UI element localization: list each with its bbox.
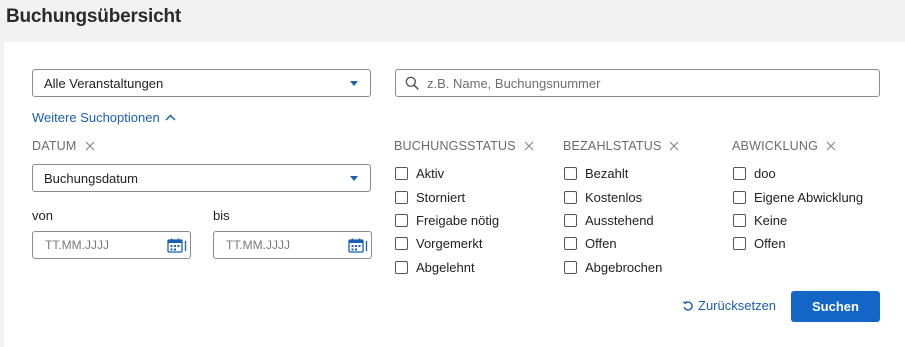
calendar-icon[interactable]	[167, 238, 187, 253]
clear-payment-status-icon[interactable]	[669, 141, 679, 151]
reset-icon	[682, 300, 694, 312]
processing-title: ABWICKLUNG	[732, 139, 819, 153]
from-label: von	[32, 208, 53, 223]
to-date-field[interactable]	[213, 231, 372, 259]
page-title: Buchungsübersicht	[6, 6, 182, 27]
checkbox[interactable]	[733, 190, 746, 204]
payment-status-options: Bezahlt Kostenlos Ausstehend Offen Abgeb…	[564, 162, 662, 279]
checkbox-label: Storniert	[416, 189, 466, 205]
date-type-select[interactable]: Buchungsdatum	[32, 164, 371, 192]
checkbox[interactable]	[564, 167, 577, 181]
from-date-field[interactable]	[32, 231, 191, 259]
from-date-input[interactable]	[43, 237, 167, 253]
checkbox[interactable]	[564, 213, 577, 227]
checkbox-label: Ausstehend	[585, 212, 654, 228]
to-label: bis	[213, 208, 230, 223]
checkbox[interactable]	[564, 260, 577, 274]
checkbox-label: Eigene Abwicklung	[754, 189, 864, 205]
reset-button[interactable]: Zurücksetzen	[682, 298, 776, 313]
checkbox-label: Abgebrochen	[585, 259, 663, 275]
checkbox-storniert[interactable]: Storniert	[395, 185, 499, 208]
checkbox-freigabe-noetig[interactable]: Freigabe nötig	[395, 209, 499, 232]
processing-heading: ABWICKLUNG	[732, 139, 836, 153]
checkbox-label: Freigabe nötig	[416, 212, 500, 228]
checkbox-abgelehnt[interactable]: Abgelehnt	[395, 256, 499, 279]
checkbox-keine[interactable]: Keine	[733, 209, 863, 232]
checkbox-offen-payment[interactable]: Offen	[564, 232, 662, 255]
checkbox-label: doo	[754, 166, 776, 182]
chevron-down-icon	[350, 176, 358, 181]
search-field[interactable]	[395, 69, 880, 97]
checkbox[interactable]	[564, 190, 577, 204]
checkbox-kostenlos[interactable]: Kostenlos	[564, 185, 662, 208]
checkbox-doo[interactable]: doo	[733, 162, 863, 185]
search-input[interactable]	[425, 74, 869, 92]
more-search-options-toggle[interactable]: Weitere Suchoptionen	[32, 110, 176, 125]
checkbox-label: Abgelehnt	[416, 259, 475, 275]
event-select-value: Alle Veranstaltungen	[44, 75, 164, 91]
checkbox-abgebrochen[interactable]: Abgebrochen	[564, 256, 662, 279]
checkbox-vorgemerkt[interactable]: Vorgemerkt	[395, 232, 499, 255]
checkbox-label: Offen	[585, 236, 617, 252]
checkbox-label: Aktiv	[416, 166, 445, 182]
payment-status-title: BEZAHLSTATUS	[563, 139, 662, 153]
checkbox[interactable]	[395, 167, 408, 181]
more-search-options-label: Weitere Suchoptionen	[32, 110, 160, 125]
clear-date-filter-icon[interactable]	[85, 141, 95, 151]
search-icon	[405, 76, 419, 90]
chevron-down-icon	[350, 81, 358, 86]
clear-processing-icon[interactable]	[826, 141, 836, 151]
reset-label: Zurücksetzen	[698, 298, 777, 313]
date-filter-title: DATUM	[32, 139, 77, 153]
date-filter-heading: DATUM	[32, 139, 95, 153]
checkbox[interactable]	[395, 237, 408, 251]
checkbox-label: Offen	[754, 236, 786, 252]
checkbox-offen-processing[interactable]: Offen	[733, 232, 863, 255]
checkbox-bezahlt[interactable]: Bezahlt	[564, 162, 662, 185]
booking-status-options: Aktiv Storniert Freigabe nötig Vorgemerk…	[395, 162, 499, 279]
checkbox-ausstehend[interactable]: Ausstehend	[564, 209, 662, 232]
booking-status-heading: BUCHUNGSSTATUS	[394, 139, 534, 153]
chevron-up-icon	[165, 114, 176, 121]
payment-status-heading: BEZAHLSTATUS	[563, 139, 679, 153]
checkbox-eigene-abwicklung[interactable]: Eigene Abwicklung	[733, 185, 863, 208]
booking-status-title: BUCHUNGSSTATUS	[394, 139, 516, 153]
checkbox[interactable]	[733, 213, 746, 227]
checkbox-label: Bezahlt	[585, 166, 629, 182]
checkbox[interactable]	[733, 237, 746, 251]
checkbox[interactable]	[733, 167, 746, 181]
checkbox[interactable]	[395, 213, 408, 227]
search-button[interactable]: Suchen	[791, 291, 880, 322]
event-select[interactable]: Alle Veranstaltungen	[32, 69, 371, 97]
checkbox-label: Vorgemerkt	[416, 236, 483, 252]
processing-options: doo Eigene Abwicklung Keine Offen	[733, 162, 863, 256]
checkbox-label: Keine	[754, 212, 788, 228]
calendar-icon[interactable]	[348, 238, 368, 253]
checkbox[interactable]	[395, 260, 408, 274]
checkbox-aktiv[interactable]: Aktiv	[395, 162, 499, 185]
checkbox-label: Kostenlos	[585, 189, 643, 205]
date-type-select-value: Buchungsdatum	[44, 170, 138, 186]
checkbox[interactable]	[395, 190, 408, 204]
to-date-input[interactable]	[224, 237, 348, 253]
checkbox[interactable]	[564, 237, 577, 251]
clear-booking-status-icon[interactable]	[524, 141, 534, 151]
search-panel: Alle Veranstaltungen Weitere Suchoptione…	[4, 42, 905, 347]
